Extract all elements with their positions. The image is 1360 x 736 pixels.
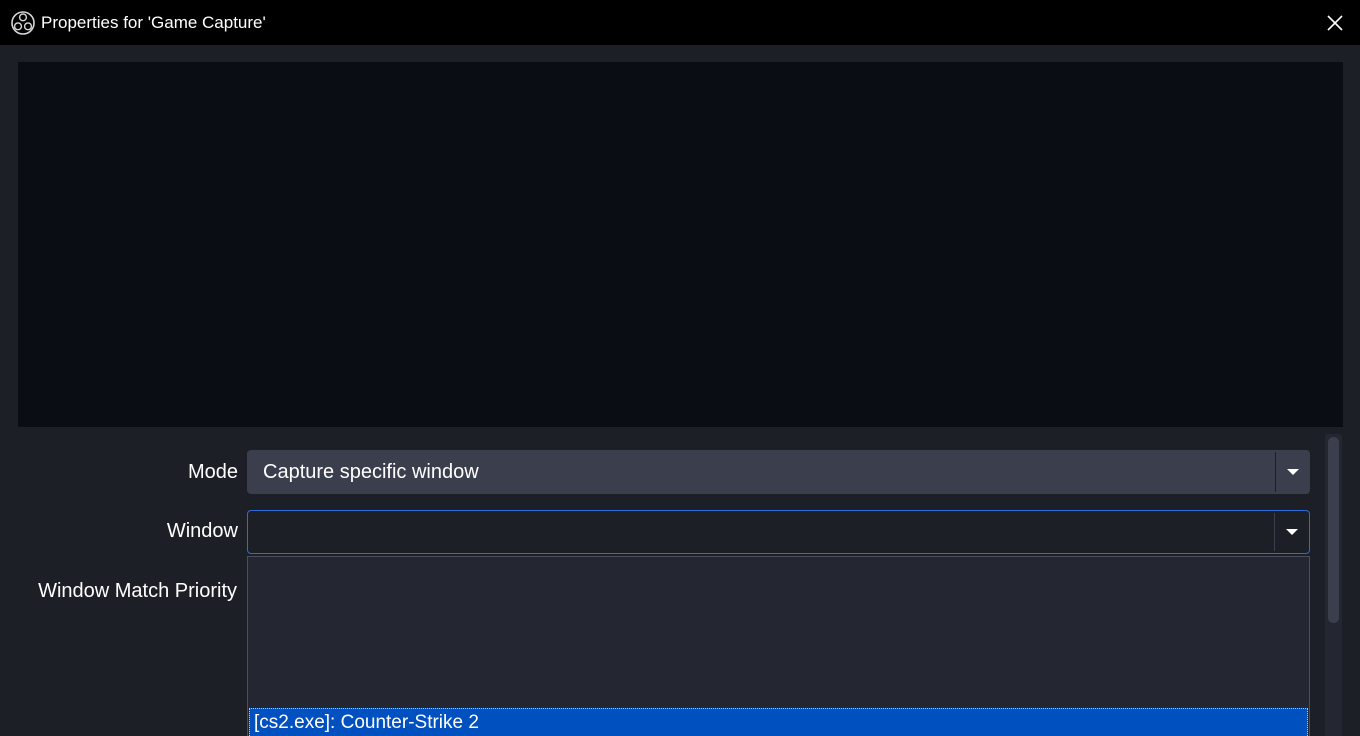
window-match-priority-label: Window Match Priority bbox=[38, 580, 237, 602]
chevron-down-icon bbox=[1286, 529, 1298, 535]
title-bar[interactable]: Properties for 'Game Capture' bbox=[0, 0, 1360, 45]
window-dropdown-list[interactable]: [cs2.exe]: Counter-Strike 2 bbox=[247, 556, 1310, 736]
window-dropdown-button[interactable] bbox=[1275, 511, 1309, 553]
mode-select[interactable]: Capture specific window bbox=[247, 450, 1310, 494]
mode-select-value: Capture specific window bbox=[263, 461, 479, 483]
dropdown-item-cs2[interactable]: [cs2.exe]: Counter-Strike 2 bbox=[249, 708, 1308, 736]
properties-dialog: Properties for 'Game Capture' Mode Captu… bbox=[0, 0, 1360, 736]
capture-preview bbox=[18, 62, 1343, 427]
close-button[interactable] bbox=[1310, 0, 1360, 45]
window-label: Window bbox=[166, 520, 238, 542]
obs-logo-icon bbox=[11, 11, 35, 35]
window-title: Properties for 'Game Capture' bbox=[41, 13, 266, 32]
scrollbar-thumb[interactable] bbox=[1328, 437, 1339, 623]
mode-dropdown-button[interactable] bbox=[1276, 450, 1310, 494]
close-icon bbox=[1327, 14, 1343, 31]
vertical-scrollbar[interactable] bbox=[1325, 434, 1342, 736]
window-select[interactable] bbox=[247, 510, 1310, 554]
chevron-down-icon bbox=[1287, 469, 1299, 475]
mode-label: Mode bbox=[187, 461, 238, 483]
